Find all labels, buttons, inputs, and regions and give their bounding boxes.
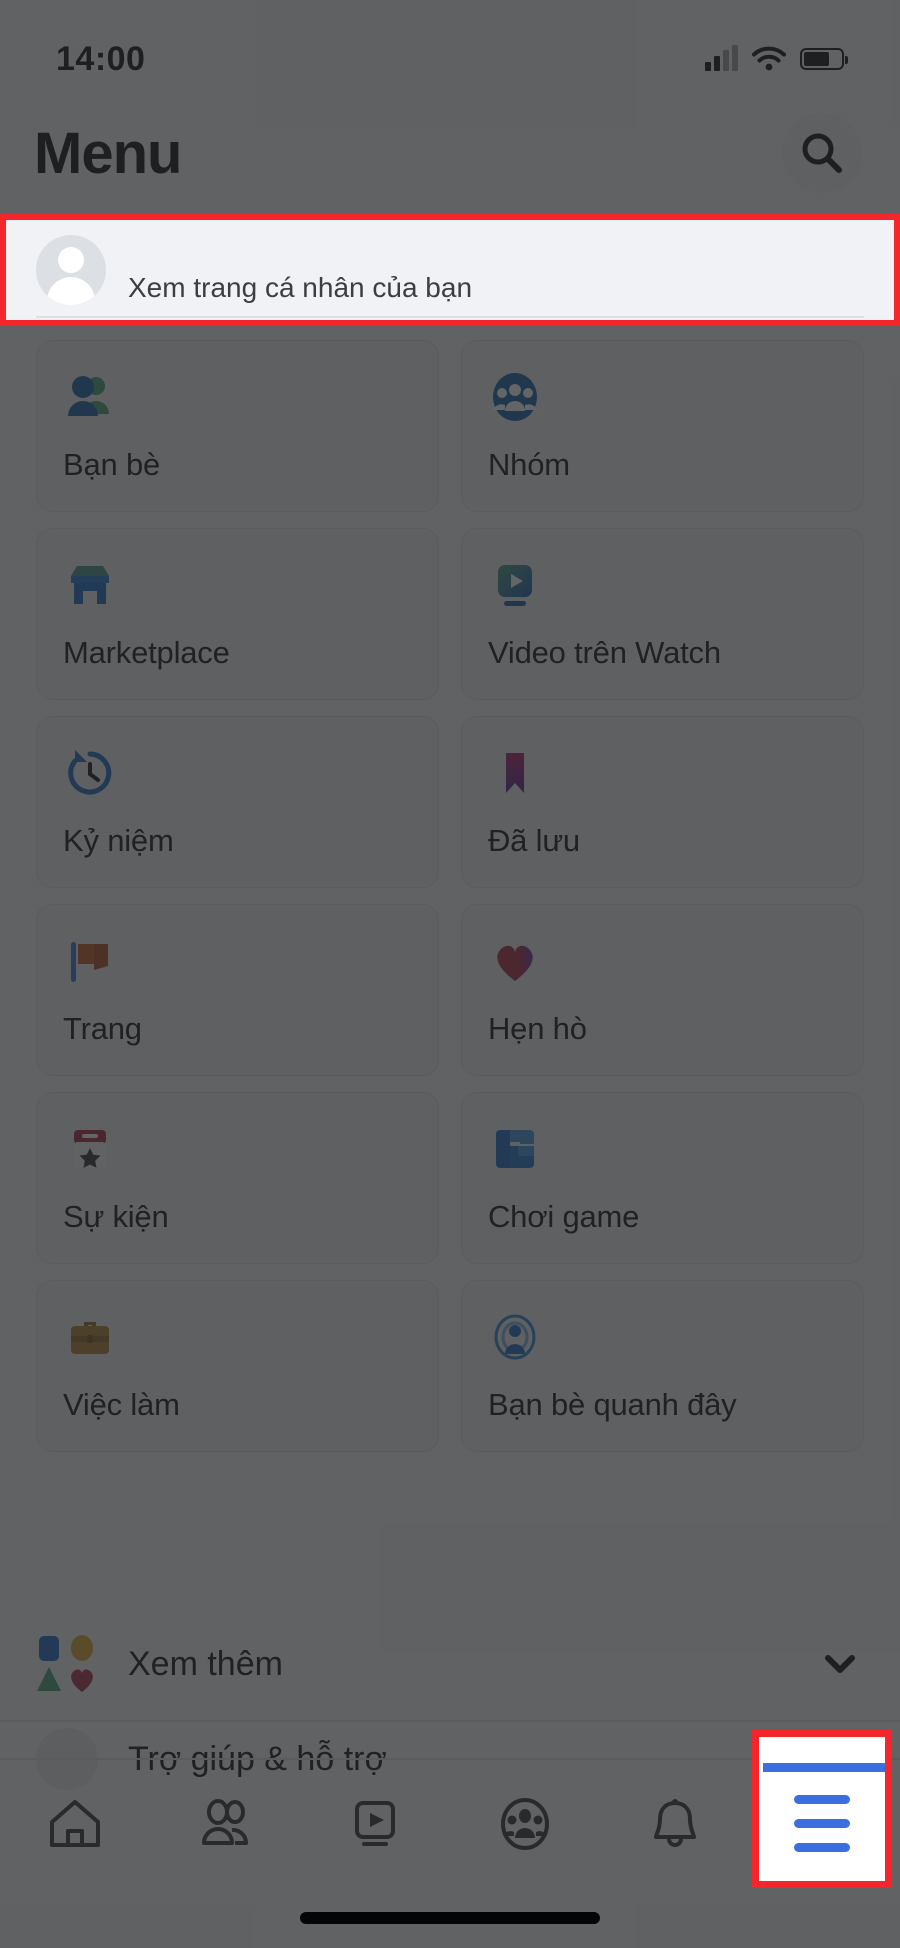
dating-heart-icon (488, 933, 837, 989)
groups-outline-icon (501, 1798, 549, 1850)
profile-name (128, 236, 472, 264)
status-time: 14:00 (56, 39, 146, 78)
battery-icon (800, 48, 848, 70)
profile-row-highlight: Xem trang cá nhân của bạn (0, 214, 900, 326)
menu-tile-label: Bạn bè quanh đây (488, 1387, 737, 1422)
status-indicators (705, 45, 848, 72)
menu-tile-label: Việc làm (63, 1387, 180, 1422)
groups-icon (488, 369, 837, 425)
menu-tile-saved[interactable]: Đã lưu (461, 716, 864, 888)
menu-grid: Bạn bè Nhóm Marketplace Video trên Watch… (0, 330, 900, 1452)
avatar (36, 235, 106, 305)
pages-flag-icon (63, 933, 412, 989)
wifi-icon (752, 46, 786, 71)
menu-tile-watch[interactable]: Video trên Watch (461, 528, 864, 700)
menu-tile-label: Kỷ niệm (63, 823, 174, 858)
menu-tile-gaming[interactable]: Chơi game (461, 1092, 864, 1264)
tab-home[interactable] (0, 1760, 150, 1888)
memories-clock-icon (63, 745, 412, 801)
menu-tile-label: Đã lưu (488, 823, 580, 858)
nearby-friends-icon (488, 1309, 837, 1365)
jobs-briefcase-icon (63, 1309, 412, 1365)
menu-tile-label: Bạn bè (63, 447, 161, 482)
marketplace-icon (63, 557, 412, 613)
see-more-label: Xem thêm (128, 1644, 283, 1683)
hamburger-menu-icon[interactable] (759, 1795, 885, 1852)
menu-tile-label: Chơi game (488, 1199, 640, 1234)
gaming-icon (488, 1121, 837, 1177)
events-calendar-icon (63, 1121, 412, 1177)
active-tab-indicator (763, 1763, 885, 1772)
bell-icon (654, 1799, 696, 1847)
search-button[interactable] (782, 113, 862, 193)
menu-tile-nearby-friends[interactable]: Bạn bè quanh đây (461, 1280, 864, 1452)
page-header: Menu (0, 92, 900, 214)
menu-tile-label: Marketplace (63, 635, 230, 670)
menu-tile-pages[interactable]: Trang (36, 904, 439, 1076)
profile-row[interactable]: Xem trang cá nhân của bạn (6, 220, 894, 320)
menu-tile-events[interactable]: Sự kiện (36, 1092, 439, 1264)
tab-notifications[interactable] (600, 1760, 750, 1888)
phone-screen: 14:00 Menu Bạn bè Nhóm Marketplace Video… (0, 0, 900, 1948)
menu-tile-label: Hẹn hò (488, 1011, 587, 1046)
chevron-down-icon[interactable] (820, 1644, 860, 1684)
section-divider (0, 1720, 900, 1722)
menu-tile-label: Trang (63, 1011, 142, 1046)
menu-tile-marketplace[interactable]: Marketplace (36, 528, 439, 700)
page-title: Menu (34, 120, 182, 186)
menu-tile-groups[interactable]: Nhóm (461, 340, 864, 512)
profile-divider (36, 316, 864, 318)
search-icon (802, 133, 842, 173)
see-more-row[interactable]: Xem thêm (0, 1608, 900, 1720)
menu-tile-dating[interactable]: Hẹn hò (461, 904, 864, 1076)
video-play-icon (355, 1801, 395, 1846)
home-indicator (300, 1912, 600, 1924)
menu-tile-jobs[interactable]: Việc làm (36, 1280, 439, 1452)
profile-text: Xem trang cá nhân của bạn (128, 236, 472, 304)
profile-subtitle: Xem trang cá nhân của bạn (128, 272, 473, 303)
cellular-signal-icon (705, 45, 738, 71)
friends-icon (63, 369, 412, 425)
menu-tile-memories[interactable]: Kỷ niệm (36, 716, 439, 888)
menu-tile-friends[interactable]: Bạn bè (36, 340, 439, 512)
menu-tile-label: Sự kiện (63, 1199, 169, 1234)
menu-tile-label: Nhóm (488, 447, 570, 482)
status-bar: 14:00 (0, 0, 900, 92)
tab-friends[interactable] (150, 1760, 300, 1888)
home-icon (50, 1800, 100, 1847)
saved-bookmark-icon (488, 745, 837, 801)
tab-watch[interactable] (300, 1760, 450, 1888)
menu-tile-label: Video trên Watch (488, 635, 721, 670)
tab-groups[interactable] (450, 1760, 600, 1888)
shapes-icon (36, 1633, 98, 1695)
watch-video-icon (488, 557, 837, 613)
menu-tab-highlight[interactable] (752, 1730, 892, 1888)
friends-outline-icon (202, 1799, 249, 1845)
